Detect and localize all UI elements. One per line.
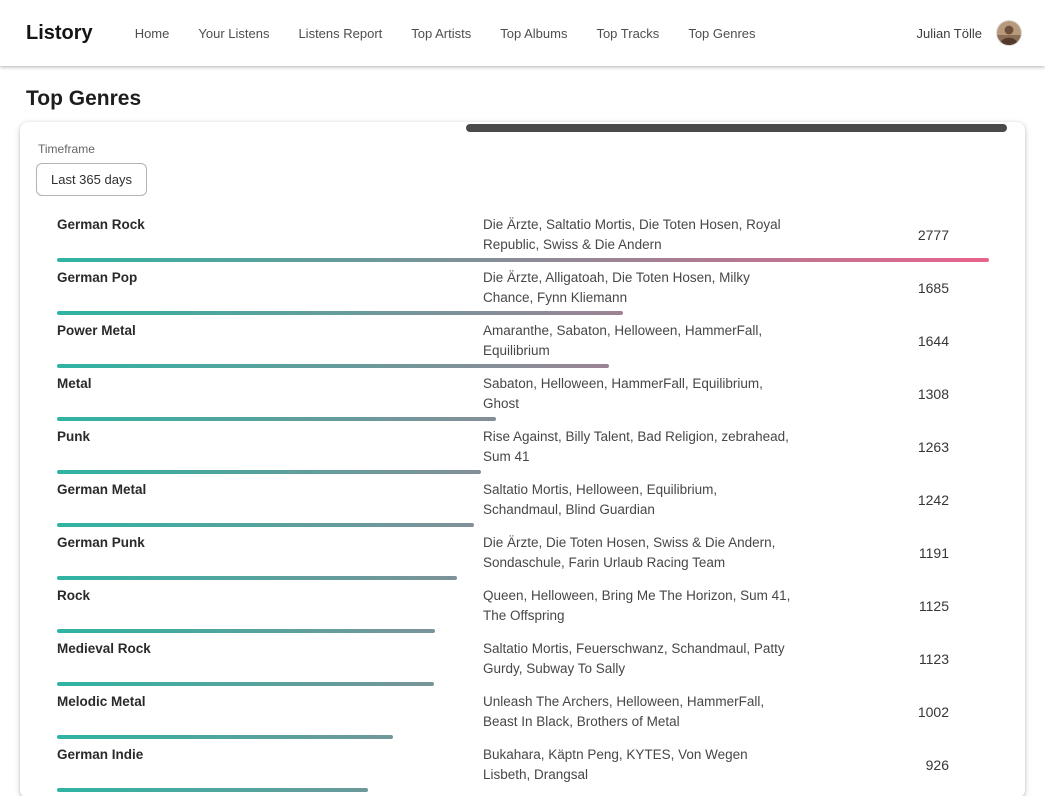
genre-bar-track (57, 470, 989, 474)
user-name[interactable]: Julian Tölle (916, 26, 982, 41)
genre-count: 1191 (803, 545, 989, 561)
nav-links: Home Your Listens Listens Report Top Artist… (135, 26, 917, 41)
genre-artists: Sabaton, Helloween, HammerFall, Equilibr… (483, 374, 803, 414)
genre-row: Power Metal Amaranthe, Sabaton, Hellowee… (57, 315, 989, 368)
genre-artists: Die Ärzte, Die Toten Hosen, Swiss & Die … (483, 533, 803, 573)
genre-artists: Saltatio Mortis, Feuerschwanz, Schandmau… (483, 639, 803, 679)
genre-row: Melodic Metal Unleash The Archers, Hello… (57, 686, 989, 739)
genre-artists: Queen, Helloween, Bring Me The Horizon, … (483, 586, 803, 626)
genre-name: German Metal (57, 480, 483, 520)
avatar-photo (997, 21, 1021, 45)
genre-name: Melodic Metal (57, 692, 483, 732)
genre-name: Punk (57, 427, 483, 467)
nav-link-home[interactable]: Home (135, 26, 170, 41)
genre-count: 1644 (803, 333, 989, 349)
genre-bar-track (57, 735, 989, 739)
genre-bar (57, 788, 368, 792)
nav-link-top-artists[interactable]: Top Artists (411, 26, 471, 41)
genre-name: Metal (57, 374, 483, 414)
genre-row: Punk Rise Against, Billy Talent, Bad Rel… (57, 421, 989, 474)
genre-count: 1123 (803, 651, 989, 667)
genre-row: Metal Sabaton, Helloween, HammerFall, Eq… (57, 368, 989, 421)
genre-row: Medieval Rock Saltatio Mortis, Feuerschw… (57, 633, 989, 686)
horizontal-scrollbar-thumb[interactable] (466, 124, 1007, 132)
nav-link-your-listens[interactable]: Your Listens (198, 26, 269, 41)
genre-bar (57, 470, 481, 474)
user-avatar[interactable] (997, 21, 1021, 45)
genre-artists: Bukahara, Käptn Peng, KYTES, Von Wegen L… (483, 745, 803, 785)
genre-row: German Punk Die Ärzte, Die Toten Hosen, … (57, 527, 989, 580)
genre-bar (57, 629, 435, 633)
genre-bar-track (57, 788, 989, 792)
genre-bar-track (57, 523, 989, 527)
genre-name: German Pop (57, 268, 483, 308)
nav-link-top-genres[interactable]: Top Genres (688, 26, 755, 41)
genre-name: German Rock (57, 215, 483, 255)
genre-artists: Amaranthe, Sabaton, Helloween, HammerFal… (483, 321, 803, 361)
timeframe-select[interactable]: Last 365 days (36, 163, 147, 196)
page-title: Top Genres (26, 87, 1045, 111)
genre-bar (57, 523, 474, 527)
top-navbar: Listory Home Your Listens Listens Report To… (0, 0, 1045, 66)
timeframe-label: Timeframe (38, 142, 1009, 156)
genre-row: German Rock Die Ärzte, Saltatio Mortis, … (57, 209, 989, 262)
timeframe-filter: Timeframe Last 365 days (36, 142, 1009, 196)
genre-row: Rock Queen, Helloween, Bring Me The Hori… (57, 580, 989, 633)
genre-name: Power Metal (57, 321, 483, 361)
brand-logo[interactable]: Listory (26, 22, 93, 45)
genre-bar (57, 576, 457, 580)
genre-bar-track (57, 364, 989, 368)
genre-bar (57, 417, 496, 421)
genre-count: 1242 (803, 492, 989, 508)
genre-bar-track (57, 417, 989, 421)
genre-name: German Indie (57, 745, 483, 785)
genre-table: German Rock Die Ärzte, Saltatio Mortis, … (57, 209, 989, 792)
genre-bar-track (57, 311, 989, 315)
genre-row: German Metal Saltatio Mortis, Helloween,… (57, 474, 989, 527)
genre-bar-track (57, 258, 989, 262)
genre-count: 1308 (803, 386, 989, 402)
nav-link-listens-report[interactable]: Listens Report (298, 26, 382, 41)
genre-name: Medieval Rock (57, 639, 483, 679)
genre-bar (57, 364, 609, 368)
genre-count: 1002 (803, 704, 989, 720)
genre-count: 1263 (803, 439, 989, 455)
genre-bar-track (57, 629, 989, 633)
genre-count: 1685 (803, 280, 989, 296)
genre-bar-track (57, 576, 989, 580)
genre-artists: Rise Against, Billy Talent, Bad Religion… (483, 427, 803, 467)
genre-bar-track (57, 682, 989, 686)
genre-artists: Die Ärzte, Alligatoah, Die Toten Hosen, … (483, 268, 803, 308)
genre-name: Rock (57, 586, 483, 626)
genre-bar (57, 311, 623, 315)
genre-count: 926 (803, 757, 989, 773)
genre-count: 1125 (803, 598, 989, 614)
genre-artists: Die Ärzte, Saltatio Mortis, Die Toten Ho… (483, 215, 803, 255)
genre-row: German Indie Bukahara, Käptn Peng, KYTES… (57, 739, 989, 792)
genre-name: German Punk (57, 533, 483, 573)
genre-bar (57, 682, 434, 686)
genre-row: German Pop Die Ärzte, Alligatoah, Die To… (57, 262, 989, 315)
nav-link-top-albums[interactable]: Top Albums (500, 26, 567, 41)
genre-count: 2777 (803, 227, 989, 243)
genre-artists: Saltatio Mortis, Helloween, Equilibrium,… (483, 480, 803, 520)
nav-link-top-tracks[interactable]: Top Tracks (596, 26, 659, 41)
genre-bar (57, 258, 989, 262)
top-genres-card: Timeframe Last 365 days German Rock Die … (20, 122, 1025, 796)
user-menu: Julian Tölle (916, 21, 1021, 45)
genre-artists: Unleash The Archers, Helloween, HammerFa… (483, 692, 803, 732)
genre-bar (57, 735, 393, 739)
